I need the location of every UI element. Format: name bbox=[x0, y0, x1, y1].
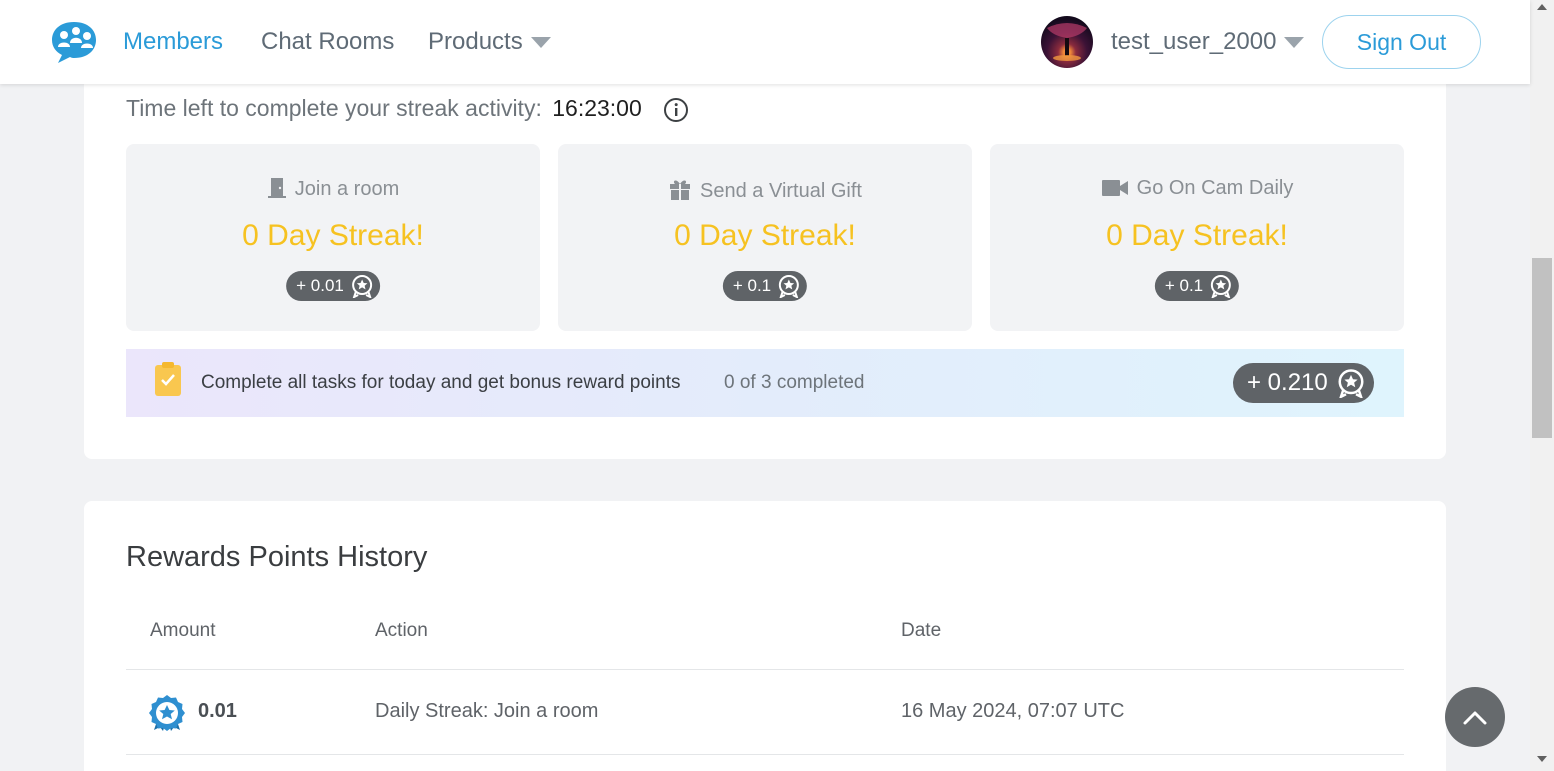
page-scrollbar[interactable] bbox=[1530, 0, 1554, 771]
reward-medal-icon bbox=[779, 275, 800, 298]
points-value: + 0.1 bbox=[732, 276, 772, 295]
user-name: test_user_2000 bbox=[1111, 28, 1277, 55]
history-amount: 0.01 bbox=[198, 700, 237, 722]
bonus-reward-banner: Complete all tasks for today and get bon… bbox=[126, 349, 1404, 417]
back-to-top-button[interactable] bbox=[1445, 687, 1505, 747]
door-icon bbox=[267, 178, 286, 198]
points-badge: + 0.01 bbox=[286, 271, 380, 301]
avatar[interactable] bbox=[1041, 16, 1093, 68]
info-icon[interactable] bbox=[663, 97, 689, 123]
chevron-down-icon bbox=[1284, 37, 1305, 49]
task-go-on-cam: Go On Cam Daily 0 Day Streak! + 0.1 bbox=[990, 144, 1404, 331]
scroll-down-arrow-icon[interactable] bbox=[1537, 756, 1547, 762]
clipboard-check-icon bbox=[155, 362, 181, 396]
chevron-up-icon bbox=[1463, 711, 1487, 725]
task-title-label: Send a Virtual Gift bbox=[700, 180, 862, 202]
scrollbar-thumb[interactable] bbox=[1532, 258, 1552, 438]
bonus-description: Complete all tasks for today and get bon… bbox=[201, 372, 681, 393]
history-title: Rewards Points History bbox=[126, 541, 428, 573]
bonus-points-value: + 0.210 bbox=[1247, 369, 1328, 396]
time-left-value: 16:23:00 bbox=[552, 95, 642, 121]
reward-medal-icon bbox=[1338, 369, 1364, 398]
time-left-label: Time left to complete your streak activi… bbox=[126, 95, 542, 121]
column-header-amount: Amount bbox=[150, 620, 216, 641]
history-date: 16 May 2024, 07:07 UTC bbox=[901, 700, 1125, 722]
task-send-gift: Send a Virtual Gift 0 Day Streak! + 0.1 bbox=[558, 144, 972, 331]
task-title: Go On Cam Daily bbox=[990, 177, 1404, 200]
points-badge: + 0.1 bbox=[1154, 271, 1240, 301]
column-header-action: Action bbox=[375, 620, 428, 641]
nav-chat-rooms[interactable]: Chat Rooms bbox=[261, 28, 394, 56]
column-header-date: Date bbox=[901, 620, 942, 641]
nav-members[interactable]: Members bbox=[123, 28, 223, 56]
task-title: Join a room bbox=[126, 177, 540, 201]
bonus-points-badge: + 0.210 bbox=[1233, 363, 1374, 403]
task-title-label: Go On Cam Daily bbox=[1136, 177, 1294, 199]
bonus-progress: 0 of 3 completed bbox=[724, 372, 865, 393]
chevron-down-icon bbox=[530, 37, 551, 49]
table-divider bbox=[126, 754, 1404, 755]
streak-time-left: Time left to complete your streak activi… bbox=[126, 95, 642, 122]
task-join-room: Join a room 0 Day Streak! + 0.01 bbox=[126, 144, 540, 331]
task-streak: 0 Day Streak! bbox=[1106, 219, 1288, 252]
points-badge: + 0.1 bbox=[722, 271, 808, 301]
reward-medal-icon bbox=[351, 275, 372, 298]
reward-medal-icon bbox=[1211, 275, 1232, 298]
top-navigation-bar: Members Chat Rooms Products test_user_20… bbox=[0, 0, 1530, 84]
history-action: Daily Streak: Join a room bbox=[375, 700, 599, 722]
scroll-up-arrow-icon[interactable] bbox=[1537, 4, 1547, 10]
reward-badge-icon bbox=[149, 695, 185, 731]
points-value: + 0.01 bbox=[296, 276, 344, 295]
nav-products-label: Products bbox=[428, 28, 523, 55]
task-title-label: Join a room bbox=[294, 178, 400, 200]
user-menu[interactable]: test_user_2000 bbox=[1111, 28, 1305, 56]
task-title: Send a Virtual Gift bbox=[558, 177, 972, 203]
task-streak: 0 Day Streak! bbox=[242, 219, 424, 252]
page: Members Chat Rooms Products test_user_20… bbox=[0, 0, 1554, 771]
sign-out-button[interactable]: Sign Out bbox=[1322, 15, 1481, 69]
points-value: + 0.1 bbox=[1164, 276, 1204, 295]
task-streak: 0 Day Streak! bbox=[674, 219, 856, 252]
nav-products[interactable]: Products bbox=[428, 28, 551, 56]
video-camera-icon bbox=[1101, 180, 1128, 196]
gift-icon bbox=[670, 180, 691, 200]
site-logo-icon[interactable] bbox=[50, 20, 98, 64]
table-divider bbox=[126, 669, 1404, 670]
